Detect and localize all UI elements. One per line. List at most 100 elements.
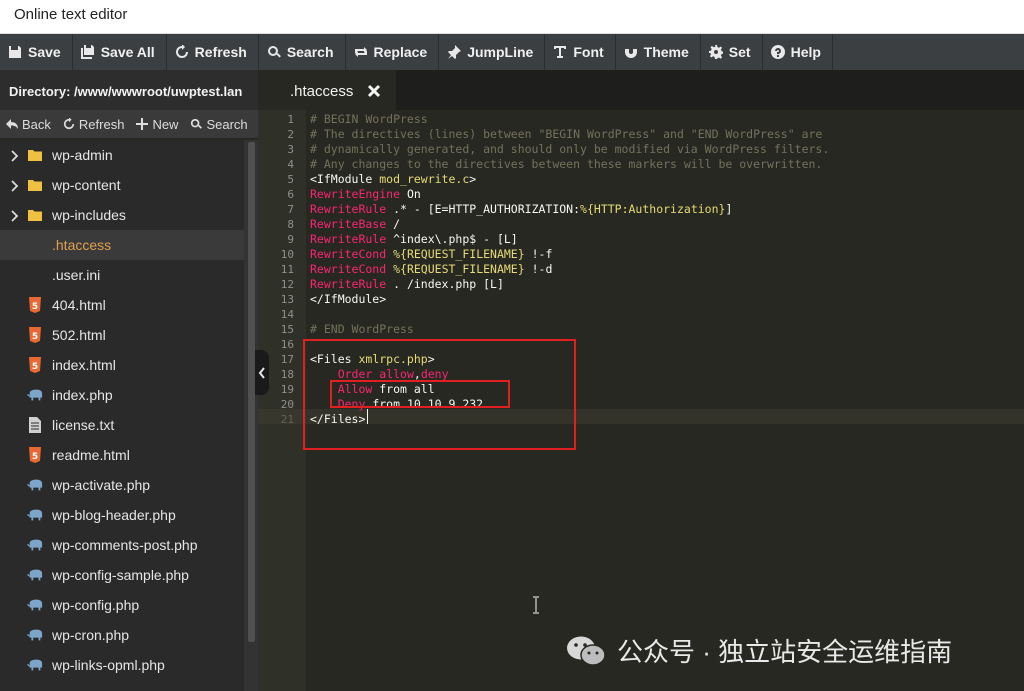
- tree-item-wp-links-opml-php[interactable]: wp-links-opml.php: [0, 650, 244, 680]
- code-token: %{HTTP:Authorization}: [580, 202, 726, 216]
- tree-item-label: license.txt: [52, 417, 115, 433]
- code-token: </IfModule>: [310, 292, 387, 306]
- sidebar-action-label: Search: [206, 116, 248, 132]
- tree-item-wp-blog-header-php[interactable]: wp-blog-header.php: [0, 500, 244, 530]
- save-button[interactable]: Save: [0, 34, 73, 70]
- tree-item-wp-cron-php[interactable]: wp-cron.php: [0, 620, 244, 650]
- tree-item-wp-content[interactable]: wp-content: [0, 170, 244, 200]
- sidebar-action-label: Back: [22, 116, 51, 132]
- tree-item-wp-config-php[interactable]: wp-config.php: [0, 590, 244, 620]
- line-number: 10: [280, 248, 294, 261]
- tree-item-htaccess[interactable]: .htaccess: [0, 230, 244, 260]
- code-token: # Any changes to the directives between …: [310, 157, 823, 171]
- code-line: # The directives (lines) between "BEGIN …: [310, 127, 822, 142]
- line-number: 18: [280, 368, 294, 381]
- svg-text:5: 5: [32, 302, 38, 312]
- line-number: 6: [287, 188, 294, 201]
- code-token: RewriteRule: [310, 232, 387, 246]
- tree-item-readme-html[interactable]: 5 readme.html: [0, 440, 244, 470]
- tree-item-label: wp-admin: [52, 147, 113, 163]
- tree-item-wp-admin[interactable]: wp-admin: [0, 140, 244, 170]
- svg-text:5: 5: [32, 362, 38, 372]
- tree-item-label: .htaccess: [52, 237, 112, 253]
- code-token: RewriteCond: [310, 247, 387, 261]
- collapse-sidebar-button[interactable]: [255, 350, 269, 395]
- gear-icon: [708, 45, 729, 59]
- tree-item-502-html[interactable]: 5 502.html: [0, 320, 244, 350]
- tree-item-index-php[interactable]: index.php: [0, 380, 244, 410]
- file-actions-bar: Back Refresh New Search: [0, 110, 258, 138]
- sidebar-search-button[interactable]: Search: [190, 116, 248, 132]
- tree-item-label: wp-links-opml.php: [52, 657, 165, 673]
- tree-item-wp-activate-php[interactable]: wp-activate.php: [0, 470, 244, 500]
- line-number: 8: [287, 218, 294, 231]
- floppy-icon: [8, 45, 28, 59]
- code-line: RewriteRule . /index.php [L]: [310, 277, 504, 292]
- folder-icon: [27, 207, 43, 223]
- tree-item-index-html[interactable]: 5 index.html: [0, 350, 244, 380]
- code-token: mod_rewrite.c: [379, 172, 470, 186]
- code-token: /: [386, 217, 401, 231]
- save-all-button[interactable]: Save All: [73, 34, 167, 70]
- tree-item-wp-includes[interactable]: wp-includes: [0, 200, 244, 230]
- magnet-icon: [624, 45, 644, 59]
- line-number-gutter: 123456789101112131415161718192021: [258, 110, 306, 691]
- tree-item-wp-config-sample-php[interactable]: wp-config-sample.php: [0, 560, 244, 590]
- replace-button[interactable]: Replace: [346, 34, 440, 70]
- tree-item-user-ini[interactable]: .user.ini: [0, 260, 244, 290]
- code-line: </IfModule>: [310, 292, 386, 307]
- chevron-right-icon[interactable]: [10, 209, 20, 222]
- chevron-right-icon[interactable]: [10, 179, 20, 192]
- php-elephant-icon: [27, 537, 43, 553]
- chevron-right-icon[interactable]: [10, 149, 20, 162]
- line-number: 2: [287, 128, 294, 141]
- line-number: 16: [280, 338, 294, 351]
- jumpline-label: JumpLine: [467, 44, 534, 60]
- pin-icon: [447, 45, 467, 59]
- code-token: # END WordPress: [310, 322, 414, 336]
- theme-label: Theme: [643, 44, 689, 60]
- refresh-button[interactable]: Refresh: [167, 34, 259, 70]
- code-token: ]: [725, 202, 733, 216]
- svg-text:5: 5: [32, 452, 38, 462]
- tree-item-label: readme.html: [52, 447, 130, 463]
- tree-item-label: wp-config.php: [52, 597, 140, 613]
- refresh-label: Refresh: [194, 44, 247, 60]
- code-line: RewriteCond %{REQUEST_FILENAME} !-d: [310, 262, 552, 277]
- back-icon: [6, 118, 22, 130]
- theme-button[interactable]: Theme: [616, 34, 701, 70]
- sidebar-new-button[interactable]: New: [136, 117, 178, 132]
- help-icon: [770, 45, 791, 59]
- php-elephant-icon: [27, 477, 43, 493]
- tree-item-label: wp-cron.php: [52, 627, 130, 643]
- code-token: . /index.php [L]: [386, 277, 504, 291]
- line-number: 12: [280, 278, 294, 291]
- close-icon[interactable]: [367, 84, 381, 98]
- tab-htaccess[interactable]: .htaccess: [258, 70, 396, 110]
- sidebar-refresh-button[interactable]: Refresh: [63, 117, 124, 132]
- code-token: ^index\.php$ - [L]: [386, 232, 518, 246]
- php-elephant-icon: [27, 657, 43, 673]
- sidebar-back-button[interactable]: Back: [6, 117, 51, 132]
- search-button[interactable]: Search: [259, 34, 346, 70]
- tree-item-404-html[interactable]: 5 404.html: [0, 290, 244, 320]
- html5-icon: 5: [27, 297, 43, 313]
- file-tree-scrollbar-thumb[interactable]: [248, 142, 255, 642]
- jumpline-button[interactable]: JumpLine: [439, 34, 546, 70]
- line-number: 13: [280, 293, 294, 306]
- tree-item-label: wp-blog-header.php: [52, 507, 176, 523]
- chevron-left-icon: [258, 366, 265, 379]
- tree-item-label: index.php: [52, 387, 113, 403]
- tree-item-wp-comments-post-php[interactable]: wp-comments-post.php: [0, 530, 244, 560]
- tree-item-license-txt[interactable]: license.txt: [0, 410, 244, 440]
- tree-item-label: 404.html: [52, 297, 106, 313]
- code-line: RewriteRule ^index\.php$ - [L]: [310, 232, 518, 247]
- font-button[interactable]: Font: [545, 34, 616, 70]
- line-number: 15: [280, 323, 294, 336]
- set-button[interactable]: Set: [701, 34, 763, 70]
- wechat-icon: [567, 636, 606, 666]
- folder-icon: [27, 147, 43, 163]
- help-button[interactable]: Help: [763, 34, 833, 70]
- search-icon: [267, 45, 287, 59]
- code-line: # END WordPress: [310, 322, 414, 337]
